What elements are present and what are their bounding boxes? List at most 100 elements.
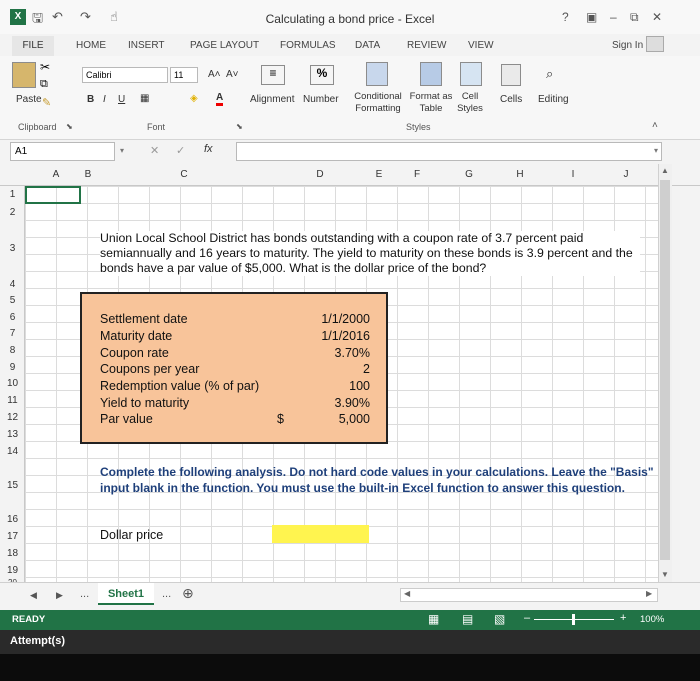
row-header[interactable]: 2 bbox=[0, 207, 25, 218]
paste-button[interactable]: Paste bbox=[16, 94, 42, 105]
input-value[interactable]: 100 bbox=[349, 379, 370, 393]
sheet-ellipsis-right[interactable]: ... bbox=[162, 588, 171, 600]
scroll-up-icon[interactable]: ▲ bbox=[661, 166, 669, 175]
format-as-table-icon[interactable] bbox=[420, 62, 442, 86]
scroll-thumb[interactable] bbox=[660, 180, 670, 560]
restore-button[interactable]: ⧉ bbox=[630, 10, 639, 25]
input-value[interactable]: 3.70% bbox=[335, 346, 370, 360]
sheet-ellipsis-left[interactable]: ... bbox=[80, 588, 89, 600]
conditional-formatting-button[interactable]: Conditional Formatting bbox=[348, 91, 408, 115]
font-color-icon[interactable]: A bbox=[216, 92, 224, 106]
zoom-slider-thumb[interactable] bbox=[572, 614, 575, 625]
row-header[interactable]: 12 bbox=[0, 412, 25, 423]
column-header[interactable]: F bbox=[407, 169, 427, 180]
account-avatar-icon[interactable] bbox=[646, 36, 664, 52]
close-button[interactable]: ✕ bbox=[652, 10, 662, 24]
input-value[interactable]: 3.90% bbox=[335, 396, 370, 410]
underline-button[interactable]: U bbox=[118, 94, 125, 105]
scroll-left-icon[interactable]: ◀ bbox=[404, 589, 410, 598]
editing-button[interactable]: Editing bbox=[538, 94, 569, 105]
alignment-icon[interactable]: ≡ bbox=[261, 65, 285, 85]
row-header[interactable]: 3 bbox=[0, 243, 25, 254]
ribbon-display-icon[interactable]: ▣ bbox=[586, 10, 597, 24]
bold-button[interactable]: B bbox=[87, 94, 94, 105]
cut-icon[interactable]: ✂ bbox=[40, 60, 50, 74]
column-header[interactable]: C bbox=[174, 169, 194, 180]
tab-page-layout[interactable]: PAGE LAYOUT bbox=[190, 40, 259, 51]
copy-icon[interactable]: ⧉ bbox=[40, 78, 48, 91]
row-header[interactable]: 10 bbox=[0, 378, 25, 389]
cells-button[interactable]: Cells bbox=[500, 94, 522, 105]
tab-home[interactable]: HOME bbox=[76, 40, 106, 51]
cell-styles-icon[interactable] bbox=[460, 62, 482, 86]
expand-formula-bar-icon[interactable]: ▾ bbox=[654, 146, 658, 155]
row-header[interactable]: 9 bbox=[0, 362, 25, 373]
cancel-entry-button[interactable]: ✕ bbox=[150, 144, 159, 157]
page-layout-view-icon[interactable]: ▤ bbox=[462, 612, 473, 626]
input-value[interactable]: 2 bbox=[363, 362, 370, 376]
input-value[interactable]: 1/1/2016 bbox=[321, 329, 370, 343]
column-header[interactable]: B bbox=[78, 169, 98, 180]
row-header[interactable]: 13 bbox=[0, 429, 25, 440]
number-button[interactable]: Number bbox=[303, 94, 339, 105]
insert-function-button[interactable]: fx bbox=[204, 143, 213, 155]
row-header[interactable]: 11 bbox=[0, 395, 25, 406]
borders-icon[interactable]: ▦ bbox=[140, 93, 149, 104]
clipboard-launcher-icon[interactable]: ⬊ bbox=[66, 122, 73, 131]
font-launcher-icon[interactable]: ⬊ bbox=[236, 122, 243, 131]
row-header[interactable]: 1 bbox=[0, 189, 25, 200]
add-sheet-button[interactable]: ⊕ bbox=[182, 585, 194, 602]
conditional-formatting-icon[interactable] bbox=[366, 62, 388, 86]
column-header[interactable]: I bbox=[563, 169, 583, 180]
editing-icon[interactable]: ⌕ bbox=[546, 66, 553, 82]
row-header[interactable]: 7 bbox=[0, 328, 25, 339]
row-header[interactable]: 5 bbox=[0, 295, 25, 306]
next-sheet-icon[interactable]: ▶ bbox=[56, 590, 63, 601]
scroll-down-icon[interactable]: ▼ bbox=[661, 570, 669, 579]
number-format-icon[interactable]: % bbox=[310, 65, 334, 85]
fill-color-icon[interactable]: ◈ bbox=[190, 93, 198, 104]
tab-insert[interactable]: INSERT bbox=[128, 40, 165, 51]
zoom-in-button[interactable]: + bbox=[620, 612, 626, 624]
prev-sheet-icon[interactable]: ◀ bbox=[30, 590, 37, 601]
row-header[interactable]: 4 bbox=[0, 279, 25, 290]
column-header[interactable]: G bbox=[459, 169, 479, 180]
normal-view-icon[interactable]: ▦ bbox=[428, 612, 439, 626]
format-as-table-button[interactable]: Format as Table bbox=[408, 91, 454, 115]
tab-file[interactable]: FILE bbox=[12, 36, 54, 56]
zoom-level[interactable]: 100% bbox=[640, 614, 664, 625]
cell-styles-button[interactable]: Cell Styles bbox=[454, 91, 486, 115]
active-cell-a1[interactable] bbox=[25, 186, 81, 204]
cells-icon[interactable] bbox=[501, 64, 521, 86]
shrink-font-button[interactable]: A˅ bbox=[226, 69, 239, 80]
row-header[interactable]: 6 bbox=[0, 312, 25, 323]
scroll-right-icon[interactable]: ▶ bbox=[646, 589, 652, 598]
formula-input[interactable] bbox=[236, 142, 662, 161]
tab-view[interactable]: VIEW bbox=[468, 40, 494, 51]
row-header[interactable]: 17 bbox=[0, 531, 25, 542]
sign-in-link[interactable]: Sign In bbox=[612, 40, 643, 51]
horizontal-scrollbar[interactable] bbox=[400, 588, 658, 602]
name-box[interactable]: A1 bbox=[10, 142, 115, 161]
column-header[interactable]: A bbox=[46, 169, 66, 180]
zoom-out-button[interactable]: – bbox=[524, 612, 530, 624]
column-header[interactable]: H bbox=[510, 169, 530, 180]
help-button[interactable]: ? bbox=[562, 10, 569, 24]
row-header[interactable]: 15 bbox=[0, 480, 25, 491]
minimize-button[interactable]: – bbox=[610, 10, 617, 24]
tab-formulas[interactable]: FORMULAS bbox=[280, 40, 336, 51]
italic-button[interactable]: I bbox=[103, 94, 106, 105]
input-value[interactable]: 5,000 bbox=[339, 412, 370, 426]
row-header[interactable]: 18 bbox=[0, 548, 25, 559]
dollar-price-cell[interactable] bbox=[272, 525, 369, 543]
format-painter-icon[interactable]: ✎ bbox=[42, 96, 51, 109]
row-header[interactable]: 19 bbox=[0, 565, 25, 576]
page-break-view-icon[interactable]: ▧ bbox=[494, 612, 505, 626]
column-header[interactable]: E bbox=[369, 169, 389, 180]
collapse-ribbon-icon[interactable]: ˄ bbox=[652, 120, 658, 131]
font-size-select[interactable]: 11 bbox=[170, 67, 198, 83]
column-header[interactable]: J bbox=[616, 169, 636, 180]
sheet-tab-sheet1[interactable]: Sheet1 bbox=[98, 583, 154, 605]
column-header[interactable]: D bbox=[310, 169, 330, 180]
alignment-button[interactable]: Alignment bbox=[250, 94, 294, 105]
